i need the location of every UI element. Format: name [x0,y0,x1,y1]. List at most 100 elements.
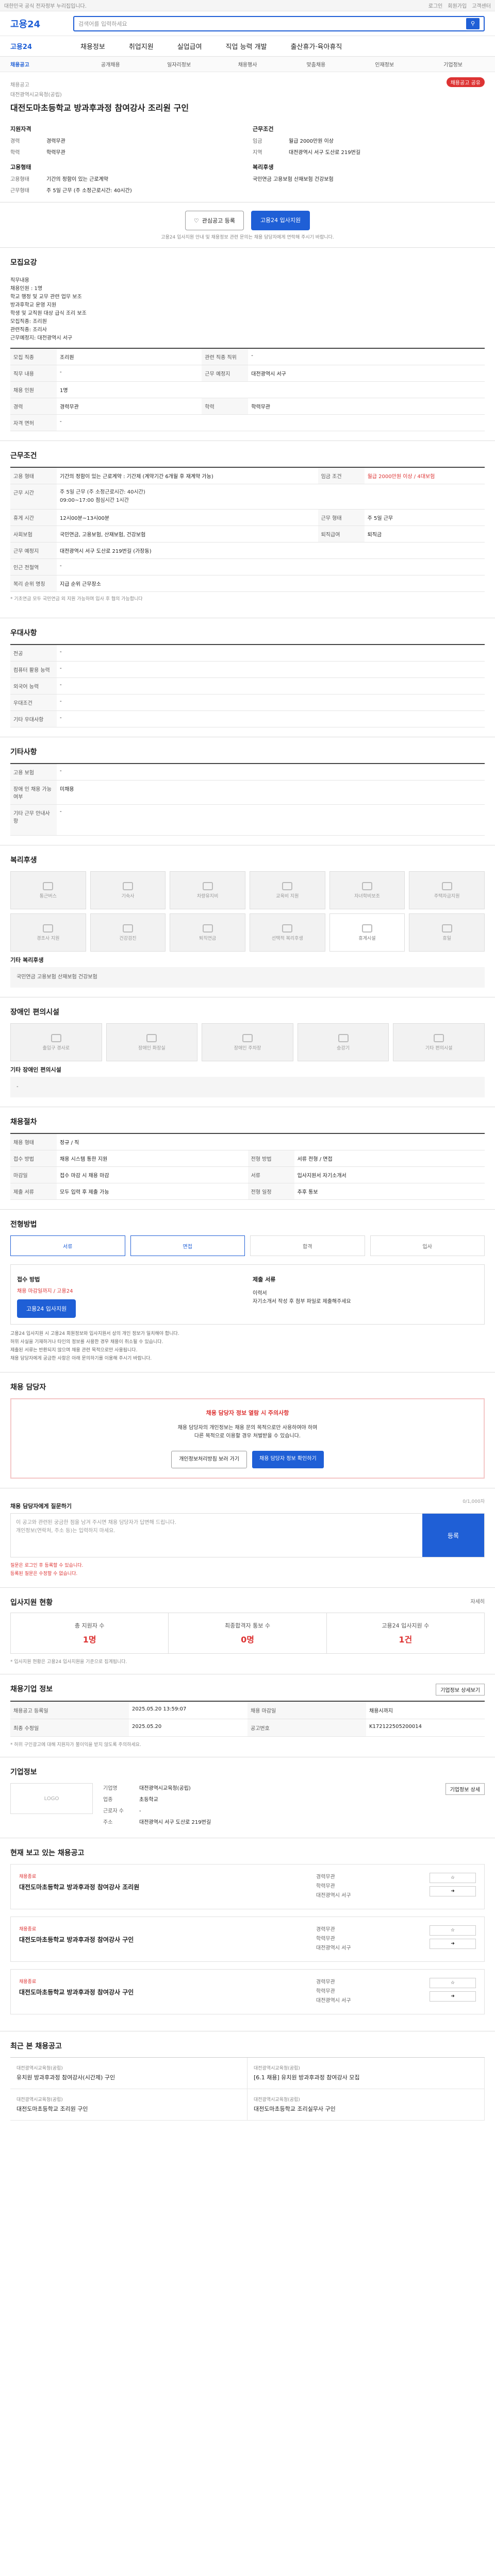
recent-item[interactable]: 대전광역시교육청(공립) [6.1 채용] 유치원 방과후과정 참여강사 모집 [248,2058,485,2089]
kv-key: 경력 [10,139,20,144]
scrap-small-button[interactable]: ☆ [430,1873,476,1883]
posting-meta: 대전광역시 서구 [316,1998,351,2004]
posting-note: * 허위 구인광고에 대해 지원자가 불이익을 받지 않도록 주의하세요. [10,1742,141,1748]
docs-text: 이력서 자기소개서 작성 후 첨부 파일로 제출해주세요 [253,1291,351,1304]
stat-label: 총 지원자 수 [74,1622,105,1629]
related-posting[interactable]: 채용종료 대전도마초등학교 방과후과정 참여강사 조리원 경력무관 학력무관 대전광역… [10,1864,485,1909]
stat-item: 고용24 입사지원 수 1건 [327,1613,484,1653]
posting-title[interactable]: 대전도마초등학교 방과후과정 참여강사 구인 [19,1935,306,1944]
kv-value: 기간의 정함이 있는 근로계약 [46,177,108,182]
subnav-item[interactable]: 맞춤채용 [284,60,348,68]
submit-question-button[interactable]: 등록 [422,1514,484,1557]
company-detail-button[interactable]: 기업정보 상세보기 [436,1684,485,1696]
cell-key: 채용 마감일 [248,1702,366,1719]
subnav-item[interactable]: 공개채용 [79,60,142,68]
cell-key: 자격 면허 [10,414,57,431]
privacy-button[interactable]: 개인정보처리방침 보러 가기 [171,1451,247,1468]
cell-key: 마감일 [10,1166,57,1183]
question-note: 질문은 로그인 후 등록할 수 있습니다. [10,1563,84,1568]
stat-label: 최종합격자 통보 수 [225,1622,270,1629]
subnav-item[interactable]: 기업정보 [421,60,485,68]
posting-title[interactable]: 대전도마초등학교 방과후과정 참여강사 구인 [19,1988,306,1996]
employment-type-heading: 고용형태 [10,164,31,171]
cell-value: 대전광역시 서구 도산로 219번길 (가장동) [57,542,485,559]
question-note: 등록된 질문은 수정할 수 없습니다. [10,1571,78,1577]
section-conditions: 근무조건 고용 형태 기간의 정함이 있는 근로계약 : 기간제 (계약기간 6개… [0,441,495,618]
section-disability: 장애인 편의시설 출입구 경사로 장애인 화장실 장애인 주차장 승강기 기타 … [0,997,495,1107]
welfare-label: 건강검진 [119,936,137,941]
section-title: 현재 보고 있는 채용공고 [10,1849,85,1857]
applicants-note: * 입사지원 현황은 고용24 입사지원을 기준으로 집계됩니다. [10,1659,127,1665]
section-applicants: 입사지원 현황 자세히 총 지원자 수 1명 최종합격자 통보 수 0명 고용24 … [0,1588,495,1674]
apply-button-2[interactable]: 고용24 입사지원 [17,1299,76,1318]
top-link-login[interactable]: 로그인 [428,2,443,9]
related-posting[interactable]: 채용종료 대전도마초등학교 방과후과정 참여강사 구인 경력무관 학력무관 대전광역시… [10,1917,485,1962]
conditions-table: 고용 형태 기간의 정함이 있는 근로계약 : 기간제 (계약기간 6개월 후 재… [10,467,485,592]
apply-small-button[interactable]: ➜ [430,1991,476,2002]
search-icon[interactable]: ⚲ [466,18,480,29]
top-link-help[interactable]: 고객센터 [472,2,491,9]
facility-label: 장애인 주차장 [234,1045,261,1051]
apply-small-button[interactable]: ➜ [430,1939,476,1949]
scrap-small-button[interactable]: ☆ [430,1925,476,1936]
posting-title[interactable]: 대전도마초등학교 방과후과정 참여강사 조리원 [19,1883,306,1891]
cell-key: 장애 인 채용 가능 여부 [10,780,57,805]
site-logo[interactable]: 고용24 [10,17,67,30]
cell-key: 채용 인원 [10,381,57,398]
show-contact-button[interactable]: 채용 담당자 정보 확인하기 [252,1451,324,1468]
section-related: 현재 보고 있는 채용공고 채용종료 대전도마초등학교 방과후과정 참여강사 조리… [0,1838,495,2031]
cell-value: 퇴직금 [364,526,485,543]
scrap-small-button[interactable]: ☆ [430,1978,476,1988]
recent-item[interactable]: 대전광역시교육청(공립) 대전도마초등학교 조리원 구인 [10,2089,248,2121]
cell-value: 2025.05.20 13:59:07 [129,1702,248,1719]
pension-icon [202,924,213,933]
company-detail-button-2[interactable]: 기업정보 상세 [445,1783,485,1795]
recent-list: 대전광역시교육청(공립) 유치원 방과후과정 참여강사(시간제) 구인 대전광역시… [10,2057,485,2121]
gnb-brand[interactable]: 고용24 [10,41,57,51]
welfare-label: 퇴직연금 [199,936,217,941]
section-posting-info: 채용기업 정보 기업정보 상세보기 채용공고 등록일 2025.05.20 13:… [0,1674,495,1757]
welfare-label: 휴게시설 [358,936,376,941]
disability-grid: 출입구 경사로 장애인 화장실 장애인 주차장 승강기 기타 편의시설 [10,1023,485,1061]
applicants-more-link[interactable]: 자세히 [470,1597,485,1607]
gnb-item-jobs[interactable]: 채용정보 [80,41,105,51]
top-link-join[interactable]: 회원가입 [448,2,467,9]
gnb-item-leave[interactable]: 출산휴가·육아휴직 [291,41,342,51]
gnb-item-training[interactable]: 직업 능력 개발 [226,41,267,51]
cell-key: 모집 직종 [10,348,57,365]
recent-title[interactable]: 대전도마초등학교 조리원 구인 [16,2106,88,2112]
posting-meta: 대전광역시 서구 [316,1893,351,1899]
gnb-item-support[interactable]: 취업지원 [129,41,154,51]
cell-value: 대전광역시 서구 [248,365,485,382]
applicant-stats: 총 지원자 수 1명 최종합격자 통보 수 0명 고용24 입사지원 수 1건 [10,1613,485,1654]
recent-item[interactable]: 대전광역시교육청(공립) 유치원 방과후과정 참여강사(시간제) 구인 [10,2058,248,2089]
cell-value: 기간의 정함이 있는 근로계약 : 기간제 (계약기간 6개월 후 재계약 가능… [57,467,318,484]
kv-key: 주소 [103,1820,113,1825]
apply-button[interactable]: 고용24 입사지원 [251,211,310,230]
subnav-item[interactable]: 일자리정보 [147,60,211,68]
recent-title[interactable]: [6.1 채용] 유치원 방과후과정 참여강사 모집 [254,2074,359,2081]
gnb-item-benefit[interactable]: 실업급여 [177,41,202,51]
scrap-button[interactable]: ♡ 관심공고 등록 [185,211,244,230]
subnav-item[interactable]: 인재정보 [353,60,416,68]
share-button[interactable]: 채용공고 공유 [446,77,485,87]
subnav-item[interactable]: 채용공고 [10,60,74,68]
heart-icon: ♡ [193,217,199,224]
apply-method: 채용 마감일까지 / 고용24 [17,1289,73,1294]
recent-title[interactable]: 유치원 방과후과정 참여강사(시간제) 구인 [16,2074,115,2081]
question-textarea[interactable]: 이 공고와 관련된 궁금한 점을 남겨 주시면 채용 담당자가 답변해 드립니다… [10,1513,485,1557]
cell-value: - [57,694,485,711]
recent-title[interactable]: 대전도마초등학교 조리실무사 구인 [254,2106,336,2112]
sofa-icon [361,924,372,933]
welfare-card: 경조사 지원 [10,913,86,952]
apply-small-button[interactable]: ➜ [430,1886,476,1896]
subnav-item[interactable]: 채용행사 [216,60,279,68]
calendar-icon [441,924,452,933]
section-preference: 우대사항 전공 - 컴퓨터 활용 능력 - 외국어 능력 - 우대조건 - 기타 우대사… [0,618,495,737]
search-input[interactable]: 검색어를 입력하세요 ⚲ [73,15,485,31]
related-posting[interactable]: 채용종료 대전도마초등학교 방과후과정 참여강사 구인 경력무관 학력무관 대전광역시… [10,1969,485,2014]
welfare-grid: 통근버스 기숙사 차량유지비 교육비 지원 자녀학비보조 주택자금지원 경조사 … [10,871,485,952]
alert-title: 채용 담당자 정보 열람 시 주의사항 [206,1410,289,1416]
section-title: 채용절차 [10,1118,37,1126]
recent-item[interactable]: 대전광역시교육청(공립) 대전도마초등학교 조리실무사 구인 [248,2089,485,2121]
